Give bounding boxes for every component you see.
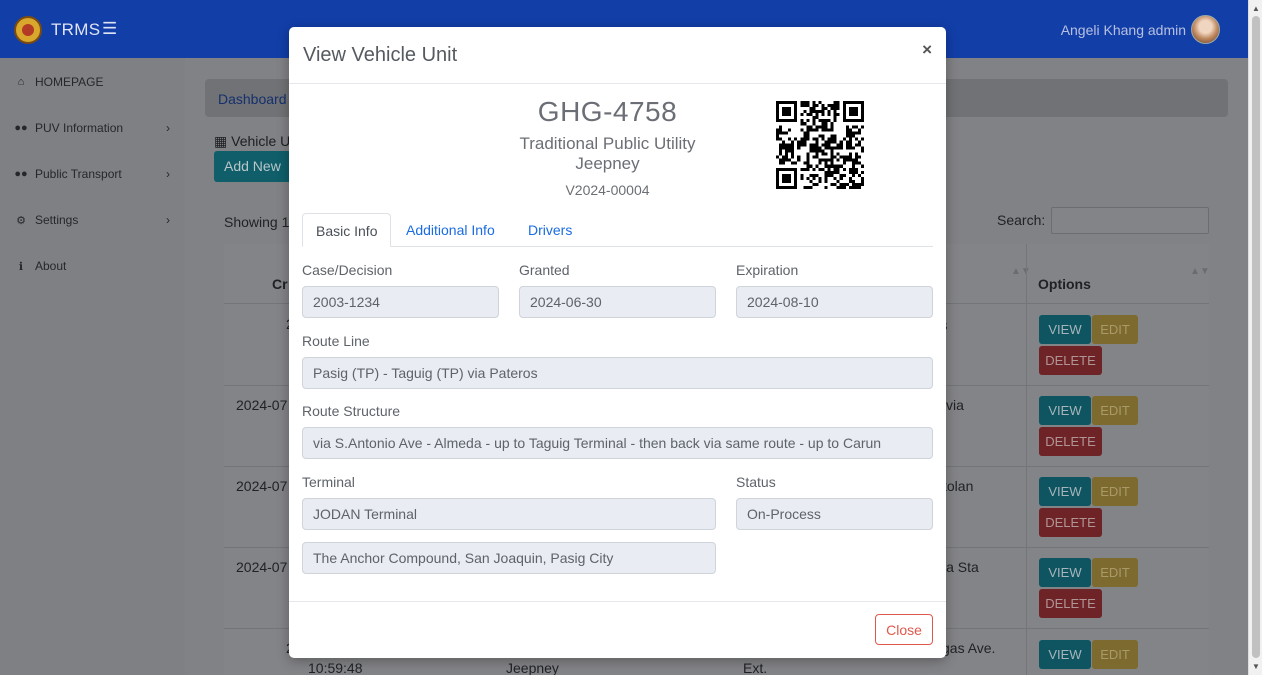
tab-additional-info[interactable]: Additional Info (393, 213, 508, 247)
tab-drivers[interactable]: Drivers (515, 213, 585, 247)
showing-entries-text: Showing 1 (224, 214, 290, 230)
avatar[interactable] (1191, 15, 1220, 44)
expiration-field[interactable]: 2024-08-10 (736, 286, 933, 318)
edit-button[interactable]: EDIT (1092, 315, 1138, 344)
cell-created: 2024-07 (236, 559, 288, 575)
view-button[interactable]: VIEW (1039, 396, 1091, 425)
scroll-down-icon[interactable]: ▼ (1252, 662, 1260, 671)
tab-basic-info[interactable]: Basic Info (302, 213, 392, 247)
cell-created: 2024-07 (236, 478, 288, 494)
status-field[interactable]: On-Process (736, 498, 933, 530)
scrollbar-thumb[interactable] (1252, 16, 1260, 658)
delete-button[interactable]: DELETE (1039, 346, 1102, 375)
cell-created: 2024-07 (236, 397, 288, 413)
delete-button[interactable]: DELETE (1039, 427, 1102, 456)
view-button[interactable]: VIEW (1039, 315, 1091, 344)
sort-icon[interactable]: ▲▼ (1190, 266, 1210, 277)
column-divider (1026, 244, 1027, 675)
gear-icon: ⚙ (16, 214, 26, 227)
granted-field[interactable]: 2024-06-30 (519, 286, 716, 318)
sidebar-item-puv-information[interactable]: ●● PUV Information › (14, 121, 170, 135)
edit-button[interactable]: EDIT (1092, 396, 1138, 425)
plate-number: GHG-4758 (537, 96, 678, 127)
cell-type: Jeepney (506, 660, 559, 675)
view-button[interactable]: VIEW (1039, 640, 1091, 669)
terminal-label: Terminal (302, 474, 355, 490)
user-name[interactable]: Angeli Khang admin (1061, 22, 1186, 38)
sidebar-item-label: Public Transport (35, 167, 122, 181)
edit-button[interactable]: EDIT (1092, 558, 1138, 587)
terminal-address-field[interactable]: The Anchor Compound, San Joaquin, Pasig … (302, 542, 716, 574)
edit-button[interactable]: EDIT (1092, 477, 1138, 506)
case-decision-field[interactable]: 2003-1234 (302, 286, 499, 318)
chevron-right-icon: › (166, 213, 170, 227)
terminal-field[interactable]: JODAN Terminal (302, 498, 716, 530)
search-label: Search: (997, 212, 1046, 228)
granted-label: Granted (519, 262, 570, 278)
sidebar-item-label: About (35, 259, 67, 273)
modal-title: View Vehicle Unit (303, 44, 458, 66)
users-icon: ●● (14, 168, 28, 180)
cell-route: gas Ave. (942, 640, 996, 656)
delete-button[interactable]: DELETE (1039, 508, 1102, 537)
brand-name[interactable]: TRMS (51, 20, 100, 40)
status-label: Status (736, 474, 776, 490)
sidebar-item-about[interactable]: ℹ About (14, 259, 170, 273)
qr-code-icon (776, 101, 864, 189)
route-line-field[interactable]: Pasig (TP) - Taguig (TP) via Pateros (302, 357, 933, 389)
sidebar-item-settings[interactable]: ⚙ Settings › (14, 213, 170, 227)
delete-button[interactable]: DELETE (1039, 589, 1102, 618)
seal-logo-icon (14, 16, 42, 44)
expiration-label: Expiration (736, 262, 799, 278)
modal-footer-divider (289, 601, 946, 602)
table-icon: ▦ (214, 133, 228, 149)
modal-header: View Vehicle Unit × (289, 27, 946, 84)
column-header-created[interactable]: Cr (272, 276, 288, 292)
cell-route: ia Sta (943, 559, 979, 575)
sidebar-item-homepage[interactable]: ⌂ HOMEPAGE (14, 75, 170, 89)
route-line-label: Route Line (302, 333, 370, 349)
sidebar: ⌂ HOMEPAGE ●● PUV Information › ●● Publi… (0, 58, 185, 675)
scroll-up-icon[interactable]: ▲ (1252, 4, 1260, 13)
page-title-text: Vehicle U (231, 133, 291, 149)
close-button[interactable]: Close (875, 614, 933, 645)
route-structure-field[interactable]: via S.Antonio Ave - Almeda - up to Tagui… (302, 427, 933, 459)
cell-route: tolan (943, 478, 974, 494)
search-input[interactable] (1051, 207, 1209, 234)
sidebar-item-label: Settings (35, 213, 79, 227)
view-button[interactable]: VIEW (1039, 558, 1091, 587)
edit-button[interactable]: EDIT (1092, 640, 1138, 669)
page-title: ▦ Vehicle U (214, 133, 290, 150)
view-button[interactable]: VIEW (1039, 477, 1091, 506)
tab-bar: Basic Info Additional Info Drivers (302, 213, 933, 247)
chevron-right-icon: › (166, 121, 170, 135)
route-structure-label: Route Structure (302, 403, 401, 419)
unit-id: V2024-00004 (565, 182, 650, 198)
sort-icon[interactable]: ▲▼ (1011, 266, 1031, 277)
chevron-right-icon: › (166, 167, 170, 181)
column-header-options[interactable]: Options (1038, 276, 1091, 292)
cell-route: via (946, 397, 964, 413)
hamburger-menu-icon[interactable]: ☰ (102, 19, 117, 39)
users-icon: ●● (14, 122, 28, 134)
cell-time: 10:59:48 (308, 660, 363, 675)
breadcrumb-dashboard-link[interactable]: Dashboard (218, 91, 287, 107)
sidebar-item-label: PUV Information (35, 121, 124, 135)
home-icon: ⌂ (17, 76, 25, 88)
vehicle-type: Traditional Public Utility Jeepney (519, 134, 696, 173)
close-icon[interactable]: × (922, 40, 932, 60)
case-decision-label: Case/Decision (302, 262, 393, 278)
page-scrollbar[interactable]: ▲ ▼ (1248, 0, 1262, 675)
cell-route-ext: Ext. (743, 660, 768, 675)
sidebar-item-public-transport[interactable]: ●● Public Transport › (14, 167, 170, 181)
view-vehicle-modal: View Vehicle Unit × GHG-4758 Traditional… (289, 27, 946, 658)
sidebar-item-label: HOMEPAGE (35, 75, 104, 89)
info-icon: ℹ (18, 260, 24, 273)
